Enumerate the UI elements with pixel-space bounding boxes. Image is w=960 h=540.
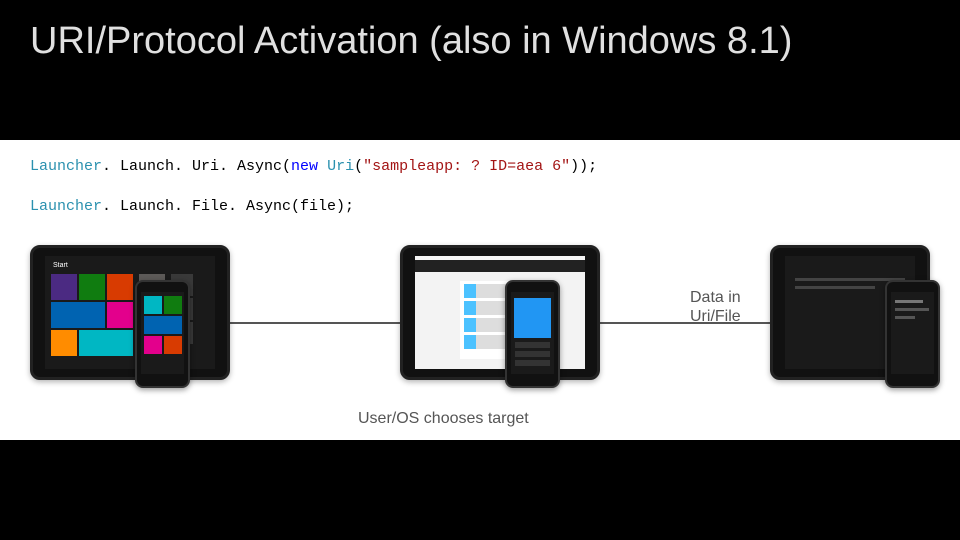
start-tile <box>51 302 105 328</box>
phone-device <box>135 280 190 388</box>
code-token: Launcher <box>30 158 102 175</box>
chooser-option <box>515 342 550 348</box>
start-tile <box>144 316 182 334</box>
code-token: )); <box>570 158 597 175</box>
tablet-device: Start <box>30 245 230 380</box>
target-text-line <box>895 300 923 303</box>
annotation-data-in-uri-file: Data in Uri/File <box>690 288 741 326</box>
target-text-line <box>895 308 929 311</box>
chooser-option <box>515 360 550 366</box>
chooser-header <box>415 260 585 272</box>
code-line-2: Launcher. Launch. File. Async(file); <box>30 198 354 215</box>
phone-chooser-panel <box>514 298 551 338</box>
code-token: new <box>291 158 327 175</box>
content-area: Launcher. Launch. Uri. Async(new Uri("sa… <box>0 140 960 440</box>
phone-device <box>505 280 560 388</box>
phone-screen <box>141 292 184 374</box>
target-text-line <box>895 316 915 319</box>
code-token: ( <box>354 158 363 175</box>
start-tile <box>79 330 133 356</box>
start-tile <box>164 336 182 354</box>
chooser-option <box>515 351 550 357</box>
start-tile <box>107 274 133 300</box>
start-tile <box>51 274 77 300</box>
tablet-device <box>400 245 600 380</box>
code-line-1: Launcher. Launch. Uri. Async(new Uri("sa… <box>30 158 597 175</box>
start-tile <box>107 302 133 328</box>
code-token: Uri <box>327 158 354 175</box>
start-tile <box>144 336 162 354</box>
code-token: . Launch. Uri. Async( <box>102 158 291 175</box>
phone-device <box>885 280 940 388</box>
phone-screen <box>891 292 934 374</box>
code-token: . Launch. File. Async(file); <box>102 198 354 215</box>
start-tile <box>51 330 77 356</box>
target-text-line <box>795 286 875 289</box>
start-tile <box>144 296 162 314</box>
code-token: Launcher <box>30 198 102 215</box>
annotation-user-chooses: User/OS chooses target <box>358 410 529 428</box>
slide-title: URI/Protocol Activation (also in Windows… <box>30 20 792 63</box>
code-token: "sampleapp: ? ID=aea 6" <box>363 158 570 175</box>
start-tile <box>164 296 182 314</box>
start-label: Start <box>53 262 68 269</box>
phone-screen <box>511 292 554 374</box>
start-tile <box>79 274 105 300</box>
